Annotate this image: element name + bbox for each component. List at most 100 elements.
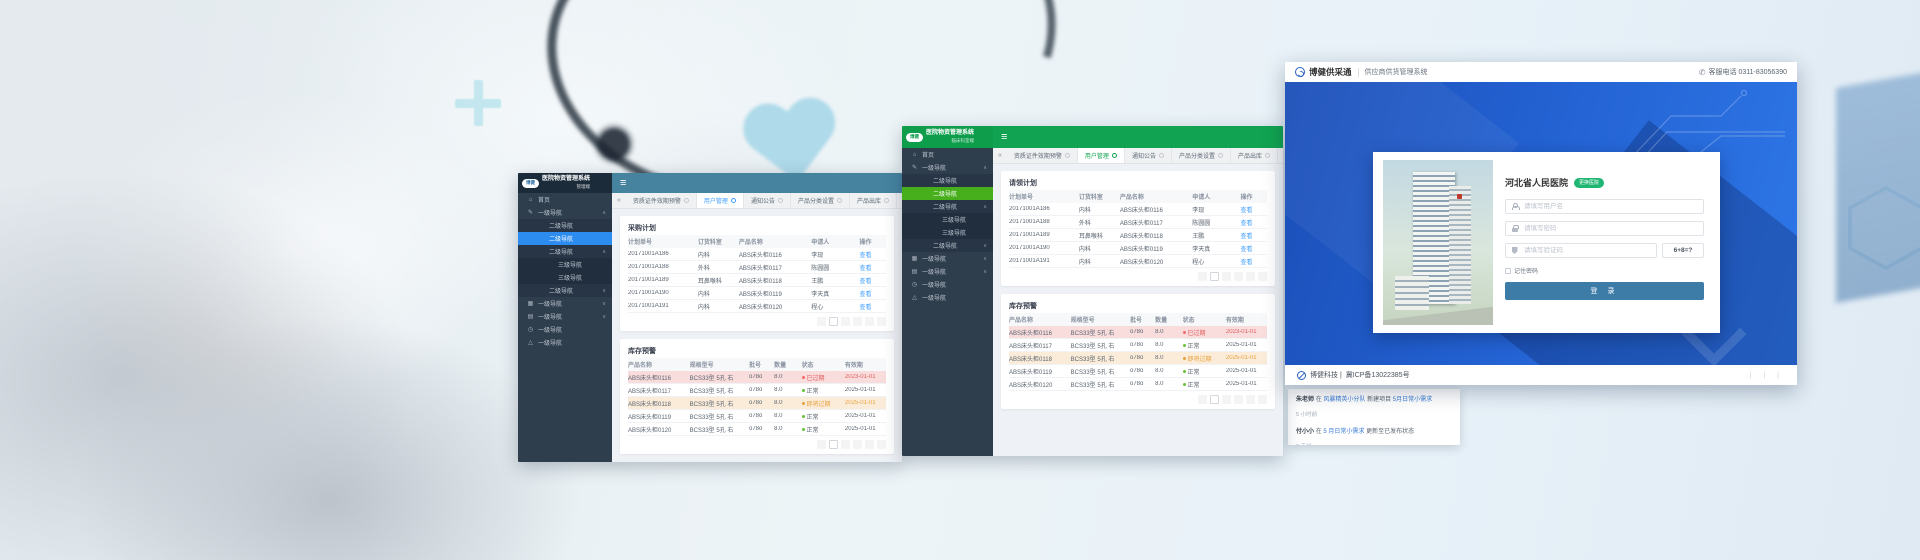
sidebar-item[interactable]: 二级导航 (902, 174, 993, 187)
sidebar-item[interactable]: 首页 (518, 193, 612, 206)
tab-circle-icon[interactable] (684, 198, 689, 203)
page-button[interactable] (865, 440, 874, 449)
content-tab[interactable]: 资质证件效期预警 (626, 193, 697, 208)
content-tab[interactable]: 用户管理 (697, 193, 744, 208)
view-link[interactable]: 查看 (859, 250, 886, 259)
content-tab[interactable]: 通知公告 (1125, 148, 1172, 163)
view-link[interactable]: 查看 (1240, 257, 1267, 266)
tab-circle-icon[interactable] (1218, 153, 1223, 158)
page-button[interactable] (1222, 395, 1231, 404)
footer-link[interactable] (1757, 372, 1771, 379)
page-button[interactable] (829, 317, 838, 326)
captcha-challenge[interactable]: 6+8=? (1662, 243, 1704, 258)
sidebar-item[interactable]: 二级导航 (902, 239, 993, 252)
view-link[interactable]: 查看 (1240, 231, 1267, 240)
page-button[interactable] (841, 317, 850, 326)
content-tab[interactable]: 用户管理 (1078, 148, 1125, 163)
sidebar-item[interactable]: 一级导航 (518, 310, 612, 323)
sidebar-item[interactable]: 二级导航 (518, 284, 612, 297)
view-link[interactable]: 查看 (1240, 244, 1267, 253)
content-tab[interactable]: 资质证件效期预警 (1007, 148, 1078, 163)
sidebar-item[interactable]: 二级导航 (902, 187, 993, 200)
sidebar-item[interactable]: 一级导航 (902, 291, 993, 304)
page-button[interactable] (1234, 272, 1243, 281)
sidebar-item[interactable]: 一级导航 (902, 265, 993, 278)
page-button[interactable] (877, 440, 886, 449)
page-button[interactable] (817, 317, 826, 326)
content-tab[interactable]: 产品出库 (1231, 148, 1278, 163)
tab-circle-icon[interactable] (884, 198, 889, 203)
view-link[interactable]: 查看 (1240, 205, 1267, 214)
tab-circle-icon[interactable] (1159, 153, 1164, 158)
status-dot-icon (802, 376, 805, 379)
sidebar-item[interactable]: 三级导航 (518, 271, 612, 284)
tab-circle-icon[interactable] (1112, 153, 1117, 158)
sidebar-item[interactable]: 一级导航 (518, 297, 612, 310)
feed-link[interactable]: 风暴精英小分队 (1323, 397, 1365, 403)
brand-name: 博健供采通 (1309, 66, 1352, 78)
feed-link[interactable]: 5 月日常小需求 (1323, 429, 1364, 435)
page-button[interactable] (853, 440, 862, 449)
page-button[interactable] (1210, 272, 1219, 281)
view-link[interactable]: 查看 (1240, 218, 1267, 227)
sidebar-item[interactable]: 一级导航 (902, 278, 993, 291)
sidebar-item[interactable]: 一级导航 (902, 252, 993, 265)
page-button[interactable] (841, 440, 850, 449)
feed-link[interactable]: 5月日常小需求 (1393, 397, 1432, 403)
content-tab[interactable]: 产品分类设置 (791, 193, 850, 208)
page-button[interactable] (1198, 272, 1207, 281)
page-button[interactable] (1234, 395, 1243, 404)
view-link[interactable]: 查看 (859, 302, 886, 311)
sidebar-item[interactable]: 一级导航 (518, 206, 612, 219)
sidebar-item[interactable]: 二级导航 (518, 219, 612, 232)
hamburger-menu-icon[interactable]: ≡ (620, 178, 626, 189)
captcha-input[interactable] (1522, 246, 1651, 255)
page-button[interactable] (1258, 272, 1267, 281)
footer-link[interactable] (1771, 372, 1785, 379)
hamburger-menu-icon[interactable]: ≡ (1001, 132, 1007, 143)
plan-table-header: 计划单号订货科室产品名称申请人操作 (628, 235, 886, 248)
page-button[interactable] (829, 440, 838, 449)
username-input[interactable] (1522, 202, 1698, 211)
sidebar-item[interactable]: 三级导航 (902, 226, 993, 239)
password-input[interactable] (1522, 224, 1698, 233)
tab-circle-icon[interactable] (837, 198, 842, 203)
sidebar-item[interactable]: 三级导航 (518, 258, 612, 271)
login-button[interactable]: 登 录 (1505, 282, 1704, 300)
content-tab[interactable]: 产品分类设置 (1172, 148, 1231, 163)
page-button[interactable] (1198, 395, 1207, 404)
page-button[interactable] (865, 317, 874, 326)
hospital-badge[interactable]: 更换医院 (1574, 178, 1604, 188)
footer-link[interactable] (1744, 372, 1758, 379)
sidebar-item[interactable]: 三级导航 (902, 213, 993, 226)
tab-circle-icon[interactable] (1065, 153, 1070, 158)
sidebar-item[interactable]: 一级导航 (518, 323, 612, 336)
page-button[interactable] (1210, 395, 1219, 404)
collapse-tabs-icon[interactable]: « (993, 148, 1007, 163)
collapse-tabs-icon[interactable]: « (612, 193, 626, 208)
sidebar-item[interactable]: 一级导航 (902, 161, 993, 174)
tab-circle-icon[interactable] (731, 198, 736, 203)
view-link[interactable]: 查看 (859, 276, 886, 285)
view-link[interactable]: 查看 (859, 289, 886, 298)
page-button[interactable] (877, 317, 886, 326)
page-button[interactable] (1246, 395, 1255, 404)
sidebar-item[interactable]: 二级导航 (518, 232, 612, 245)
content-tab[interactable]: 产品出库 (850, 193, 897, 208)
sidebar-item[interactable]: 首页 (902, 148, 993, 161)
page-button[interactable] (1258, 395, 1267, 404)
remember-checkbox[interactable] (1505, 268, 1511, 274)
tab-circle-icon[interactable] (1265, 153, 1270, 158)
page-button[interactable] (1246, 272, 1255, 281)
content-tab[interactable]: 通知公告 (744, 193, 791, 208)
status-badge: 即将过期 (1183, 354, 1226, 363)
sidebar-item[interactable]: 二级导航 (902, 200, 993, 213)
login-panel: 河北省人民医院 更换医院 (1373, 152, 1720, 333)
view-link[interactable]: 查看 (859, 263, 886, 272)
page-button[interactable] (853, 317, 862, 326)
sidebar-item[interactable]: 一级导航 (518, 336, 612, 349)
tab-circle-icon[interactable] (778, 198, 783, 203)
sidebar-item[interactable]: 二级导航 (518, 245, 612, 258)
page-button[interactable] (1222, 272, 1231, 281)
page-button[interactable] (817, 440, 826, 449)
